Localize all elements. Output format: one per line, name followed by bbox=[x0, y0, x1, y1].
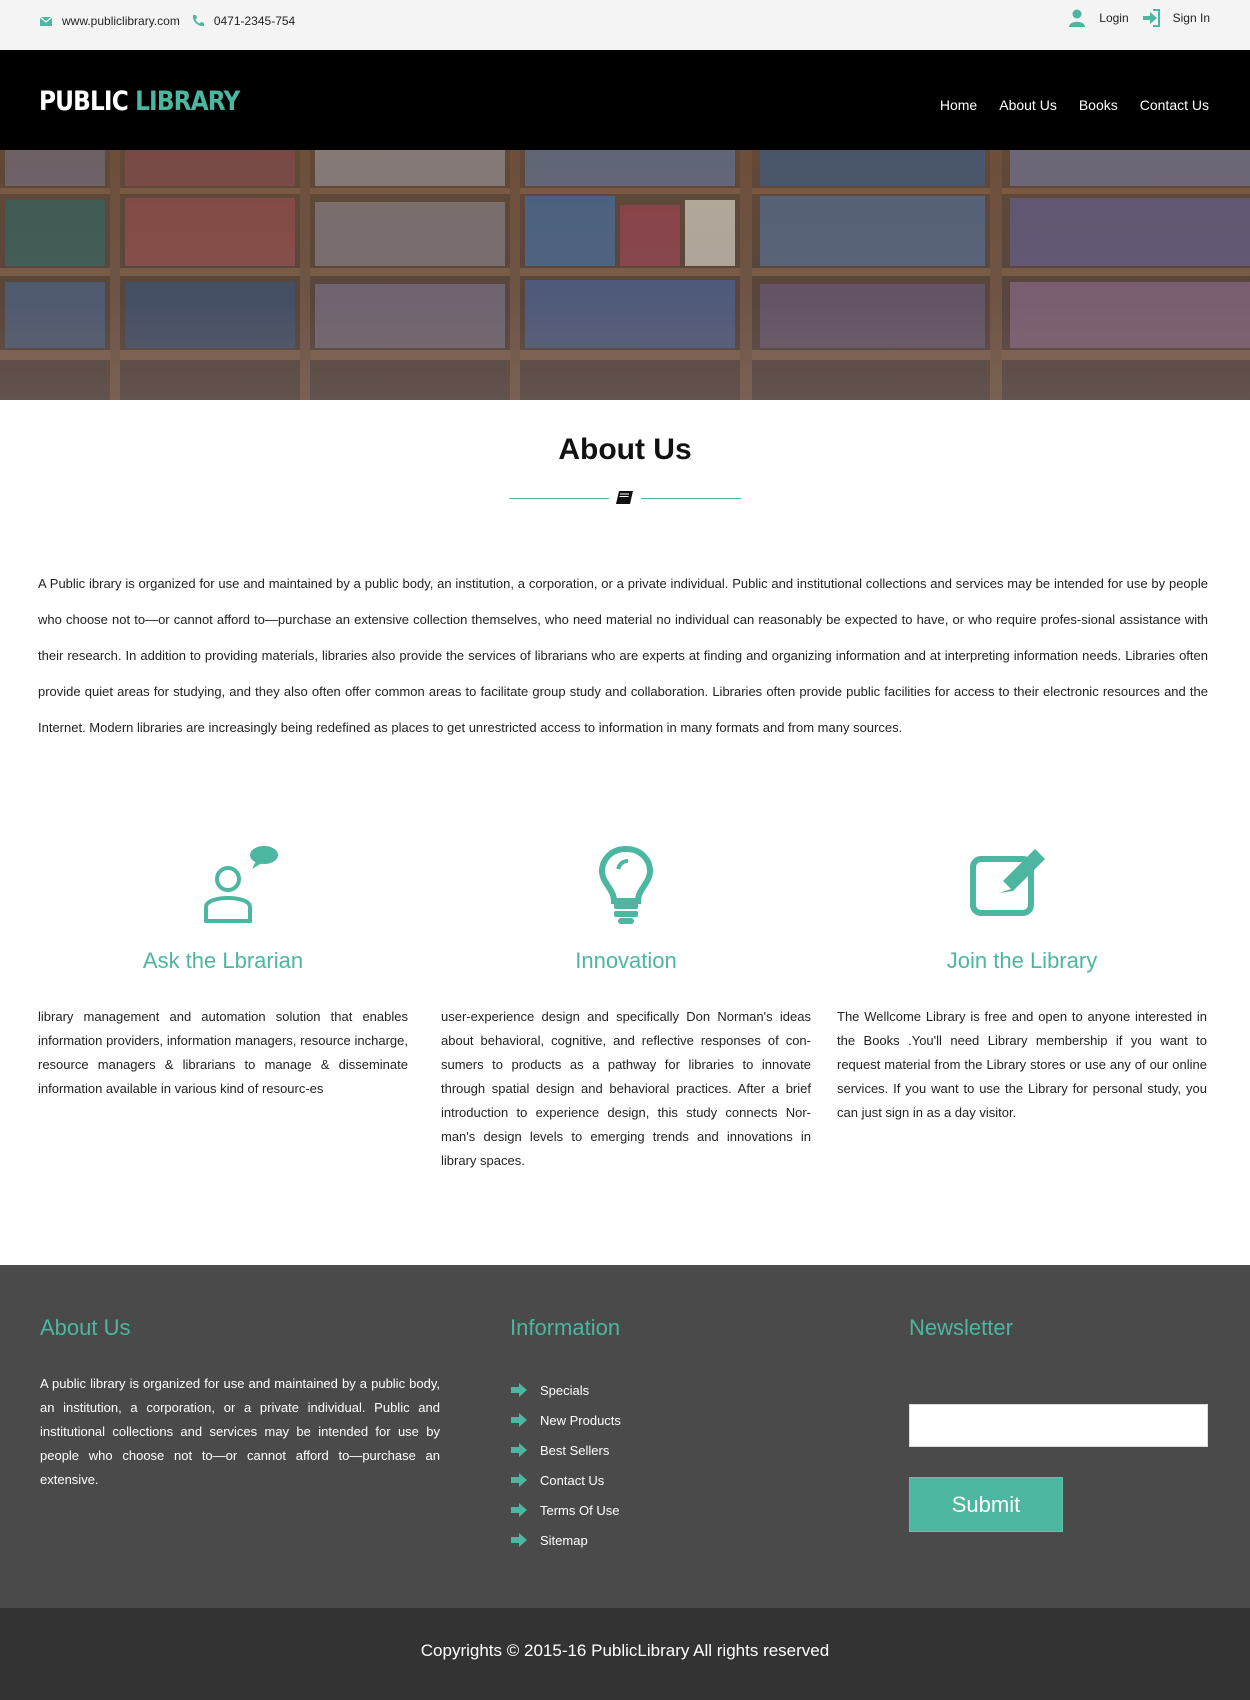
arrow-right-icon bbox=[511, 1473, 527, 1487]
footer-link-label: Terms Of Use bbox=[540, 1502, 620, 1518]
footer-info-title: Information bbox=[510, 1315, 621, 1340]
user-chat-icon bbox=[204, 846, 278, 923]
signin-label: Sign In bbox=[1172, 11, 1210, 25]
site-logo[interactable]: PUBLIC LIBRARY bbox=[39, 86, 240, 117]
arrow-right-icon bbox=[511, 1443, 527, 1457]
user-icon bbox=[1069, 9, 1086, 27]
login-label: Login bbox=[1099, 11, 1129, 25]
footer-link-label: Specials bbox=[540, 1382, 590, 1398]
feature-text: library management and automation soluti… bbox=[38, 1009, 408, 1096]
login-link[interactable]: Login bbox=[1067, 8, 1129, 28]
footer-link-sitemap[interactable]: Sitemap bbox=[510, 1525, 621, 1555]
main-nav: Home About Us Books Contact Us bbox=[918, 97, 1209, 113]
arrow-right-icon bbox=[511, 1383, 527, 1397]
phone-text: 0471-2345-754 bbox=[213, 14, 296, 28]
feature-title: Ask the Lbrarian bbox=[142, 948, 304, 973]
auth-links: Login Sign In bbox=[1055, 8, 1210, 28]
envelope-icon bbox=[39, 16, 53, 26]
nav-books[interactable]: Books bbox=[1079, 97, 1118, 113]
edit-icon bbox=[970, 849, 1045, 916]
feature-title: Join the Library bbox=[946, 948, 1098, 973]
footer-link-label: Contact Us bbox=[540, 1472, 605, 1488]
title-divider bbox=[509, 488, 741, 508]
about-paragraph: A Public ibrary is organized for use and… bbox=[38, 576, 1208, 735]
footer-link-new-products[interactable]: New Products bbox=[510, 1405, 621, 1435]
copyright-text: Copyrights © 2015-16 PublicLibrary All r… bbox=[420, 1641, 830, 1660]
hero-overlay bbox=[0, 150, 1250, 400]
about-title: About Us bbox=[558, 433, 692, 466]
hero-banner bbox=[0, 150, 1250, 400]
footer-links: Specials New Products Best Sellers Conta… bbox=[510, 1375, 621, 1555]
divider-line-right bbox=[641, 498, 741, 499]
nav-contact-us[interactable]: Contact Us bbox=[1140, 97, 1209, 113]
footer-about-text: A public library is organized for use an… bbox=[40, 1376, 440, 1487]
lightbulb-icon bbox=[598, 845, 654, 924]
footer-link-specials[interactable]: Specials bbox=[510, 1375, 621, 1405]
footer-link-label: Best Sellers bbox=[540, 1442, 610, 1458]
footer: About Us A public library is organized f… bbox=[0, 1265, 1250, 1608]
newsletter-email-input[interactable] bbox=[909, 1404, 1208, 1447]
footer-about-title: About Us bbox=[40, 1315, 131, 1340]
sign-in-icon bbox=[1142, 9, 1160, 27]
footer-link-label: Sitemap bbox=[540, 1532, 588, 1548]
footer-link-terms[interactable]: Terms Of Use bbox=[510, 1495, 621, 1525]
logo-part-library: LIBRARY bbox=[135, 86, 240, 117]
footer-link-contact-us[interactable]: Contact Us bbox=[510, 1465, 621, 1495]
feature-text: The Wellcome Library is free and open to… bbox=[837, 1009, 1207, 1120]
footer-newsletter-title: Newsletter bbox=[909, 1315, 1013, 1340]
divider-line-left bbox=[509, 498, 609, 499]
book-icon bbox=[616, 491, 633, 504]
arrow-right-icon bbox=[511, 1533, 527, 1547]
copyright-bar: Copyrights © 2015-16 PublicLibrary All r… bbox=[0, 1608, 1250, 1700]
website-contact[interactable]: www.publiclibrary.com bbox=[38, 13, 180, 29]
website-text: www.publiclibrary.com bbox=[62, 14, 180, 28]
arrow-right-icon bbox=[511, 1413, 527, 1427]
signin-link[interactable]: Sign In bbox=[1141, 8, 1210, 28]
nav-about-us[interactable]: About Us bbox=[999, 97, 1057, 113]
contact-info: www.publiclibrary.com 0471-2345-754 bbox=[38, 13, 305, 29]
nav-home[interactable]: Home bbox=[940, 97, 977, 113]
logo-part-public: PUBLIC bbox=[39, 86, 129, 117]
footer-link-label: New Products bbox=[540, 1412, 621, 1428]
footer-link-best-sellers[interactable]: Best Sellers bbox=[510, 1435, 621, 1465]
feature-text: user-experience design and specifically … bbox=[441, 1009, 811, 1168]
arrow-right-icon bbox=[511, 1503, 527, 1517]
phone-icon bbox=[192, 15, 204, 27]
top-bar: www.publiclibrary.com 0471-2345-754 Logi… bbox=[0, 0, 1250, 50]
feature-title: Innovation bbox=[575, 948, 677, 973]
main-header: PUBLIC LIBRARY Home About Us Books Conta… bbox=[0, 50, 1250, 150]
phone-contact[interactable]: 0471-2345-754 bbox=[190, 13, 295, 29]
newsletter-submit-button[interactable]: Submit bbox=[909, 1477, 1063, 1532]
